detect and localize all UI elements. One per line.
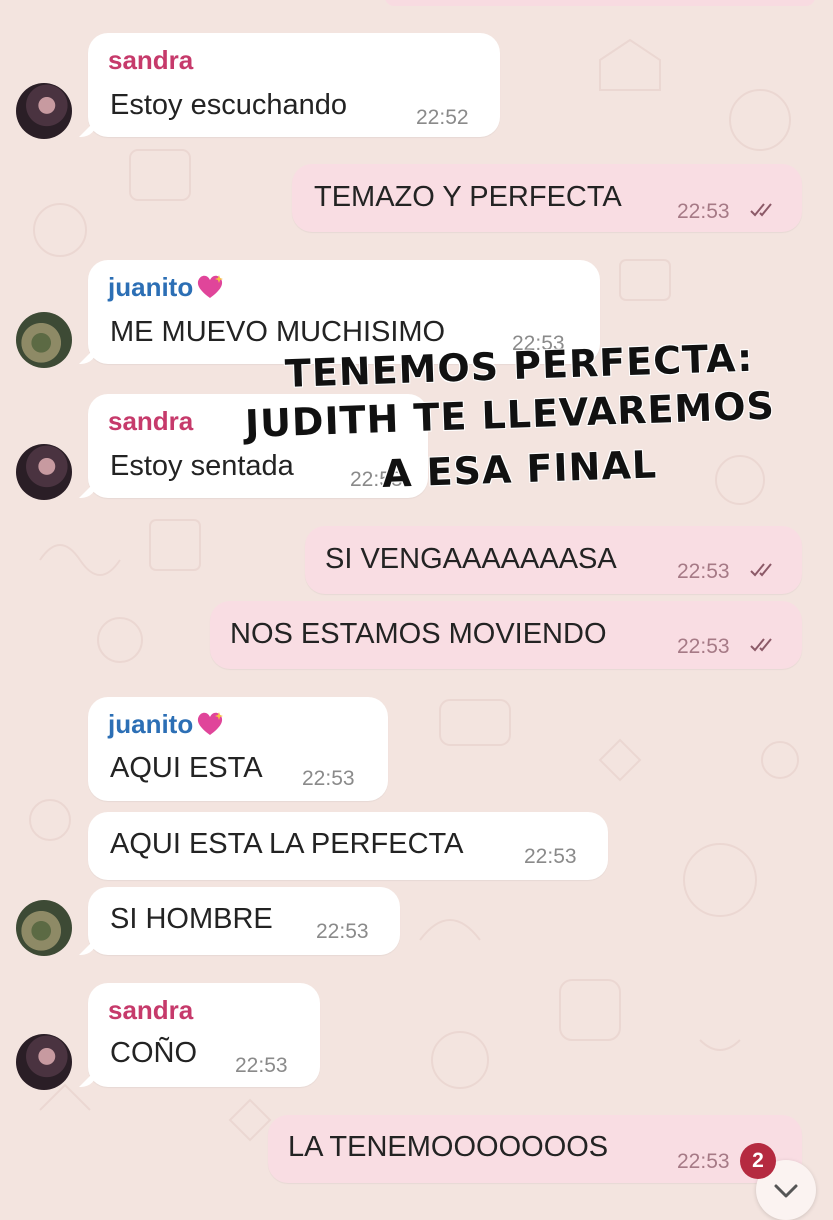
- message-time: 22:53: [677, 200, 730, 223]
- message-time: 22:53: [677, 635, 730, 658]
- message-bubble[interactable]: SI HOMBRE 22:53: [88, 887, 400, 955]
- chevron-down-icon: [774, 1184, 798, 1198]
- double-check-icon: [750, 203, 772, 217]
- double-check-icon: [750, 563, 772, 577]
- sender-name[interactable]: juanito: [108, 709, 225, 740]
- previous-message-bubble: [385, 0, 815, 6]
- sandra-avatar[interactable]: [16, 444, 72, 500]
- sender-name[interactable]: juanito: [108, 272, 225, 303]
- message-time: 22:53: [677, 1150, 730, 1173]
- unread-count-badge[interactable]: 2: [740, 1143, 776, 1179]
- message-time: 22:52: [416, 106, 469, 129]
- message-text: TEMAZO Y PERFECTA: [314, 181, 622, 213]
- double-check-icon: [750, 638, 772, 652]
- message-text: NOS ESTAMOS MOVIENDO: [230, 618, 607, 650]
- message-bubble[interactable]: SI VENGAAAAAAASA 22:53: [305, 526, 802, 594]
- sandra-avatar[interactable]: [16, 83, 72, 139]
- message-text: AQUI ESTA LA PERFECTA: [110, 828, 464, 860]
- message-time: 22:53: [524, 845, 577, 868]
- message-bubble[interactable]: sandra COÑO 22:53: [88, 983, 320, 1087]
- sparkling-heart-icon: [198, 712, 224, 735]
- message-time: 22:53: [235, 1054, 288, 1077]
- message-time: 22:53: [316, 920, 369, 943]
- sparkling-heart-icon: [198, 275, 224, 298]
- message-text: COÑO: [110, 1037, 197, 1069]
- message-text: Estoy sentada: [110, 450, 294, 482]
- juanito-avatar[interactable]: [16, 312, 72, 368]
- message-text: SI VENGAAAAAAASA: [325, 543, 617, 575]
- sender-name[interactable]: sandra: [108, 406, 193, 437]
- message-text: SI HOMBRE: [110, 903, 273, 935]
- message-text: ME MUEVO MUCHISIMO: [110, 316, 446, 348]
- sandra-avatar[interactable]: [16, 1034, 72, 1090]
- message-time: 22:53: [302, 767, 355, 790]
- message-bubble[interactable]: AQUI ESTA LA PERFECTA 22:53: [88, 812, 608, 880]
- message-text: AQUI ESTA: [110, 752, 263, 784]
- message-bubble[interactable]: sandra Estoy escuchando 22:52: [88, 33, 500, 137]
- message-text: LA TENEMOOOOOOOS: [288, 1131, 609, 1163]
- sender-name[interactable]: sandra: [108, 995, 193, 1026]
- message-bubble[interactable]: TEMAZO Y PERFECTA 22:53: [292, 164, 802, 232]
- message-time: 22:53: [677, 560, 730, 583]
- message-bubble[interactable]: juanito AQUI ESTA 22:53: [88, 697, 388, 801]
- message-text: Estoy escuchando: [110, 89, 347, 121]
- juanito-avatar[interactable]: [16, 900, 72, 956]
- message-bubble[interactable]: LA TENEMOOOOOOOS 22:53: [268, 1115, 802, 1183]
- message-bubble[interactable]: NOS ESTAMOS MOVIENDO 22:53: [210, 601, 802, 669]
- sender-name[interactable]: sandra: [108, 45, 193, 76]
